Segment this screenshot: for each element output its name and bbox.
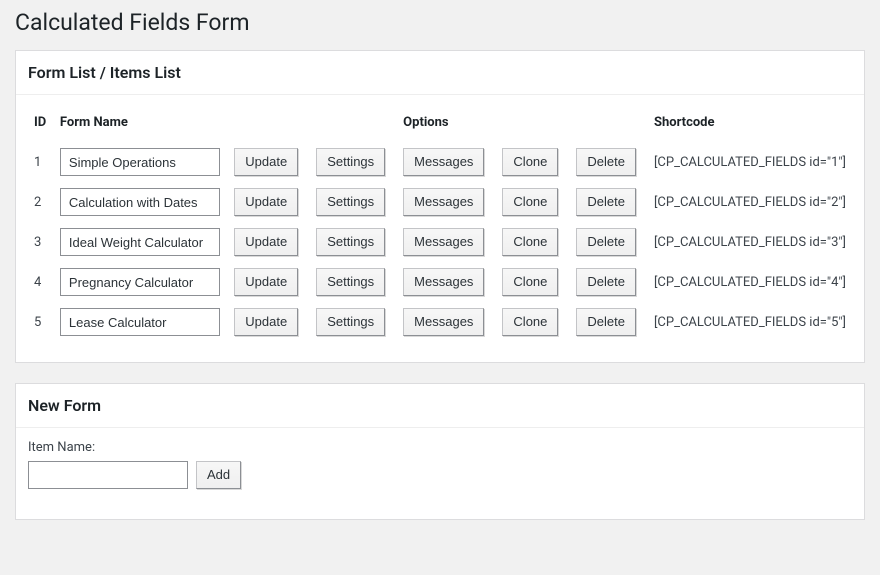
col-header-blank-1 <box>228 107 310 142</box>
row-id: 1 <box>28 142 54 182</box>
row-btn-cell-delete: Delete <box>570 222 648 262</box>
row-btn-cell-delete: Delete <box>570 182 648 222</box>
shortcode-text: [CP_CALCULATED_FIELDS id="2"] <box>654 195 846 210</box>
clone-button[interactable]: Clone <box>502 308 558 336</box>
update-button[interactable]: Update <box>234 268 298 296</box>
row-btn-cell-delete: Delete <box>570 262 648 302</box>
row-btn-cell-update: Update <box>228 142 310 182</box>
row-btn-cell-update: Update <box>228 222 310 262</box>
col-header-id: ID <box>28 107 54 142</box>
row-shortcode: [CP_CALCULATED_FIELDS id="4"] <box>648 262 852 302</box>
settings-button[interactable]: Settings <box>316 268 385 296</box>
settings-button[interactable]: Settings <box>316 148 385 176</box>
row-name-cell <box>54 262 228 302</box>
settings-button[interactable]: Settings <box>316 188 385 216</box>
row-shortcode: [CP_CALCULATED_FIELDS id="1"] <box>648 142 852 182</box>
row-name-cell <box>54 182 228 222</box>
delete-button[interactable]: Delete <box>576 188 636 216</box>
row-btn-cell-update: Update <box>228 262 310 302</box>
messages-button[interactable]: Messages <box>403 188 484 216</box>
row-btn-cell-messages: Messages <box>397 262 496 302</box>
clone-button[interactable]: Clone <box>502 228 558 256</box>
row-btn-cell-settings: Settings <box>310 302 397 342</box>
row-btn-cell-clone: Clone <box>496 182 570 222</box>
row-name-cell <box>54 142 228 182</box>
row-btn-cell-settings: Settings <box>310 142 397 182</box>
clone-button[interactable]: Clone <box>502 148 558 176</box>
row-shortcode: [CP_CALCULATED_FIELDS id="3"] <box>648 222 852 262</box>
row-name-cell <box>54 302 228 342</box>
col-header-shortcode: Shortcode <box>648 107 852 142</box>
settings-button[interactable]: Settings <box>316 308 385 336</box>
form-list-panel: Form List / Items List ID Form Name Opti… <box>15 50 865 363</box>
form-list-body: ID Form Name Options Shortcode 1 Update Se… <box>16 95 864 362</box>
row-id: 5 <box>28 302 54 342</box>
row-btn-cell-messages: Messages <box>397 182 496 222</box>
col-header-name: Form Name <box>54 107 228 142</box>
row-btn-cell-clone: Clone <box>496 222 570 262</box>
update-button[interactable]: Update <box>234 228 298 256</box>
new-form-label: Item Name: <box>28 440 852 455</box>
new-form-heading: New Form <box>16 384 864 428</box>
update-button[interactable]: Update <box>234 308 298 336</box>
row-shortcode: [CP_CALCULATED_FIELDS id="5"] <box>648 302 852 342</box>
col-header-options: Options <box>397 107 496 142</box>
delete-button[interactable]: Delete <box>576 228 636 256</box>
form-name-input[interactable] <box>60 188 220 216</box>
messages-button[interactable]: Messages <box>403 268 484 296</box>
form-list-heading: Form List / Items List <box>16 51 864 95</box>
shortcode-text: [CP_CALCULATED_FIELDS id="5"] <box>654 315 846 330</box>
row-btn-cell-settings: Settings <box>310 222 397 262</box>
row-btn-cell-settings: Settings <box>310 262 397 302</box>
row-btn-cell-delete: Delete <box>570 302 648 342</box>
row-name-cell <box>54 222 228 262</box>
table-row: 4 Update Settings Messages Clone Delete [CP_CA… <box>28 262 852 302</box>
form-name-input[interactable] <box>60 268 220 296</box>
shortcode-text: [CP_CALCULATED_FIELDS id="4"] <box>654 275 846 290</box>
delete-button[interactable]: Delete <box>576 268 636 296</box>
page-title: Calculated Fields Form <box>0 0 880 40</box>
form-name-input[interactable] <box>60 148 220 176</box>
shortcode-text: [CP_CALCULATED_FIELDS id="3"] <box>654 235 846 250</box>
table-row: 1 Update Settings Messages Clone Delete [CP_CA… <box>28 142 852 182</box>
new-form-body: Item Name: Add <box>16 428 864 519</box>
add-button[interactable]: Add <box>196 461 241 489</box>
table-row: 2 Update Settings Messages Clone Delete [CP_CA… <box>28 182 852 222</box>
row-shortcode: [CP_CALCULATED_FIELDS id="2"] <box>648 182 852 222</box>
delete-button[interactable]: Delete <box>576 148 636 176</box>
row-btn-cell-settings: Settings <box>310 182 397 222</box>
row-btn-cell-update: Update <box>228 302 310 342</box>
table-row: 5 Update Settings Messages Clone Delete [CP_CA… <box>28 302 852 342</box>
shortcode-text: [CP_CALCULATED_FIELDS id="1"] <box>654 155 846 170</box>
row-btn-cell-messages: Messages <box>397 222 496 262</box>
messages-button[interactable]: Messages <box>403 148 484 176</box>
form-list-table: ID Form Name Options Shortcode 1 Update Se… <box>28 107 852 342</box>
row-btn-cell-update: Update <box>228 182 310 222</box>
delete-button[interactable]: Delete <box>576 308 636 336</box>
row-btn-cell-clone: Clone <box>496 142 570 182</box>
settings-button[interactable]: Settings <box>316 228 385 256</box>
col-header-blank-3 <box>496 107 570 142</box>
row-id: 4 <box>28 262 54 302</box>
row-btn-cell-clone: Clone <box>496 302 570 342</box>
row-btn-cell-messages: Messages <box>397 302 496 342</box>
table-row: 3 Update Settings Messages Clone Delete [CP_CA… <box>28 222 852 262</box>
row-btn-cell-messages: Messages <box>397 142 496 182</box>
form-name-input[interactable] <box>60 228 220 256</box>
form-name-input[interactable] <box>60 308 220 336</box>
new-form-panel: New Form Item Name: Add <box>15 383 865 520</box>
messages-button[interactable]: Messages <box>403 308 484 336</box>
messages-button[interactable]: Messages <box>403 228 484 256</box>
new-form-name-input[interactable] <box>28 461 188 489</box>
col-header-blank-4 <box>570 107 648 142</box>
update-button[interactable]: Update <box>234 148 298 176</box>
update-button[interactable]: Update <box>234 188 298 216</box>
clone-button[interactable]: Clone <box>502 268 558 296</box>
clone-button[interactable]: Clone <box>502 188 558 216</box>
col-header-blank-2 <box>310 107 397 142</box>
row-btn-cell-delete: Delete <box>570 142 648 182</box>
row-btn-cell-clone: Clone <box>496 262 570 302</box>
row-id: 3 <box>28 222 54 262</box>
row-id: 2 <box>28 182 54 222</box>
